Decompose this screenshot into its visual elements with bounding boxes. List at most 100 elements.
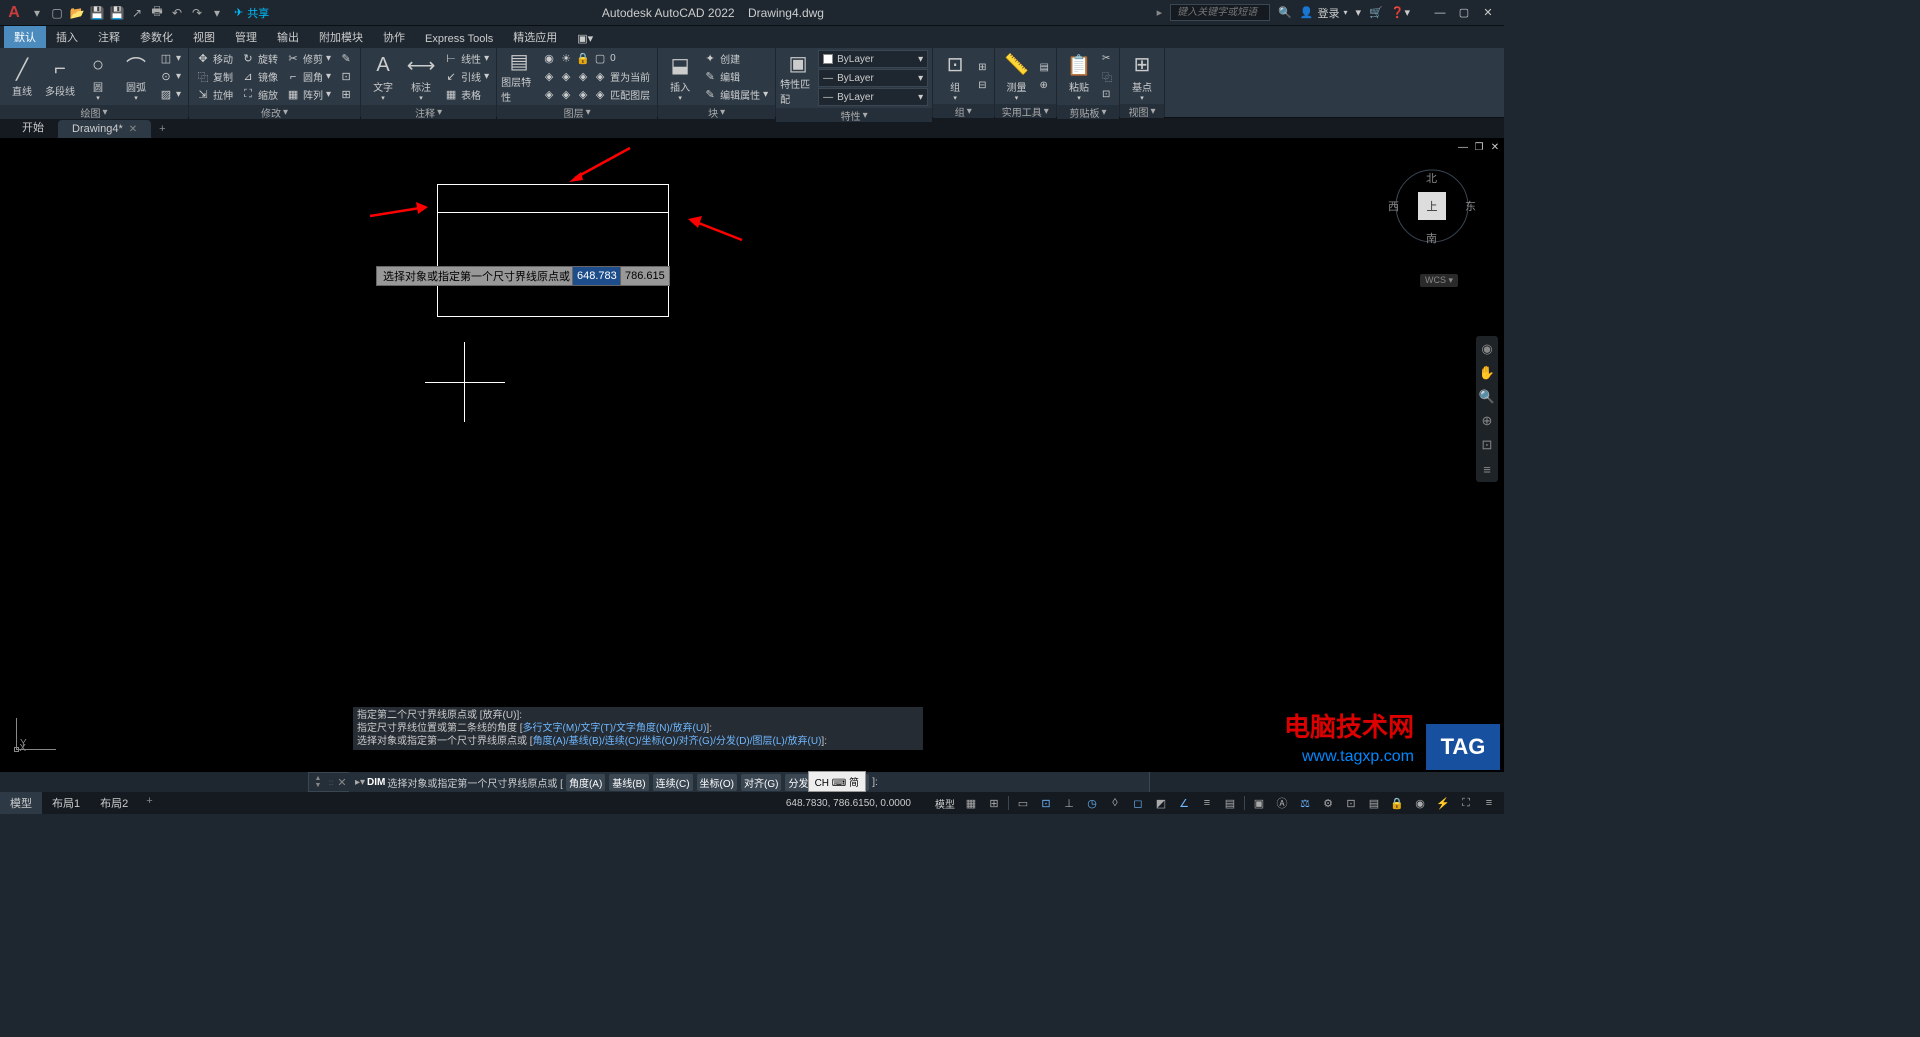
copy-button[interactable]: ⿻复制 <box>193 68 236 85</box>
mirror-button[interactable]: ⊿镜像 <box>238 68 281 85</box>
plot-icon[interactable]: 🖶 <box>148 4 166 22</box>
group-button[interactable]: ⊡组▾ <box>937 50 973 102</box>
nav-zoom-icon[interactable]: 🔍 <box>1478 388 1496 406</box>
array-button[interactable]: ▦阵列 ▾ <box>283 86 334 103</box>
dynamic-input-x[interactable]: 648.783 <box>572 266 622 286</box>
layers-row1[interactable]: ◉☀🔒▢0 <box>539 50 653 67</box>
layers-row2[interactable]: ◈◈◈◈置为当前 <box>539 68 653 85</box>
cleanscrn-icon[interactable]: ⛶ <box>1455 794 1477 812</box>
annomon-icon[interactable]: Ⓐ <box>1271 794 1293 812</box>
text-button[interactable]: A文字▾ <box>365 51 401 103</box>
cmd-opt-base[interactable]: 基线(B) <box>609 774 648 791</box>
cycle-icon[interactable]: ▣ <box>1248 794 1270 812</box>
layout-tab-model[interactable]: 模型 <box>0 792 42 814</box>
drawing-minimize[interactable]: — <box>1456 140 1470 154</box>
cmd-opt-cont[interactable]: 连续(C) <box>653 774 693 791</box>
layout-add[interactable]: + <box>138 792 160 810</box>
scale-button[interactable]: ⛶缩放 <box>238 86 281 103</box>
draw-sm1[interactable]: ◫▾ <box>156 50 184 67</box>
modify-ex1[interactable]: ✎ <box>336 50 356 67</box>
layout-tab-1[interactable]: 布局1 <box>42 792 90 814</box>
ws-icon[interactable]: ⚙ <box>1317 794 1339 812</box>
qat-dropdown[interactable]: ▾ <box>28 4 46 22</box>
hwaccel-icon[interactable]: ⚡ <box>1432 794 1454 812</box>
app-store-icon[interactable]: ▾ <box>1356 6 1362 19</box>
tab-default[interactable]: 默认 <box>4 26 46 48</box>
units-icon[interactable]: ⊡ <box>1340 794 1362 812</box>
copy-clip-button[interactable]: ⿻ <box>1099 68 1115 85</box>
minimize-button[interactable]: — <box>1428 3 1452 23</box>
tab-output[interactable]: 输出 <box>267 26 309 48</box>
linear-button[interactable]: ⊢线性 ▾ <box>441 50 492 67</box>
cmd-close[interactable]: ✕ <box>335 776 349 789</box>
viewcube-east[interactable]: 东 <box>1465 198 1476 214</box>
fillet-button[interactable]: ⌐圆角 ▾ <box>283 68 334 85</box>
command-line[interactable]: ▸▾ DIM 选择对象或指定第一个尺寸界线原点或 [ 角度(A) 基线(B) 连… <box>349 772 1149 792</box>
table-button[interactable]: ▦表格 <box>441 86 492 103</box>
clip-sm3[interactable]: ⊡ <box>1099 86 1115 103</box>
cmd-opt-ord[interactable]: 坐标(O) <box>697 774 737 791</box>
drawing-area[interactable]: — ❐ ✕ 选择对象或指定第一个尺寸界线原点或 ▾ 648.783 786.61… <box>0 138 1504 772</box>
file-tab-add[interactable]: + <box>151 120 173 138</box>
login-button[interactable]: 👤 登录 ▾ <box>1300 5 1348 21</box>
wcs-badge[interactable]: WCS ▾ <box>1420 274 1458 287</box>
tab-insert[interactable]: 插入 <box>46 26 88 48</box>
modify-ex3[interactable]: ⊞ <box>336 86 356 103</box>
util-sm2[interactable]: ⊕ <box>1037 77 1052 94</box>
grid-icon[interactable]: ▦ <box>960 794 982 812</box>
draw-sm2[interactable]: ⊙▾ <box>156 68 184 85</box>
cmd-scroll[interactable]: ▲▼ <box>309 775 327 789</box>
rotate-button[interactable]: ↻旋转 <box>238 50 281 67</box>
group-sm1[interactable]: ⊞ <box>975 59 989 76</box>
tab-express[interactable]: Express Tools <box>415 30 503 48</box>
tab-collab[interactable]: 协作 <box>373 26 415 48</box>
nav-more[interactable]: ≡ <box>1478 460 1496 478</box>
layer-properties-button[interactable]: ▤图层特性 <box>501 51 537 103</box>
draw-sm3[interactable]: ▨▾ <box>156 86 184 103</box>
save-icon[interactable]: 💾 <box>88 4 106 22</box>
lwt-icon[interactable]: ≡ <box>1196 794 1218 812</box>
move-button[interactable]: ✥移动 <box>193 50 236 67</box>
file-tab-start[interactable]: 开始 <box>8 116 58 138</box>
stretch-button[interactable]: ⇲拉伸 <box>193 86 236 103</box>
polyline-button[interactable]: ⌐多段线 <box>42 51 78 103</box>
nav-showui-icon[interactable]: ⊡ <box>1478 436 1496 454</box>
infer-icon[interactable]: ▭ <box>1012 794 1034 812</box>
nav-wheel-icon[interactable]: ◉ <box>1478 340 1496 358</box>
close-tab-icon[interactable]: ✕ <box>129 124 137 135</box>
tab-manage[interactable]: 管理 <box>225 26 267 48</box>
block-edit-button[interactable]: ✎编辑 <box>700 68 771 85</box>
trim-button[interactable]: ✂修剪 ▾ <box>283 50 334 67</box>
redo-icon[interactable]: ↷ <box>188 4 206 22</box>
group-sm2[interactable]: ⊟ <box>975 77 989 94</box>
close-button[interactable]: ✕ <box>1476 3 1500 23</box>
dyninput-icon[interactable]: ⊡ <box>1035 794 1057 812</box>
modify-ex2[interactable]: ⊡ <box>336 68 356 85</box>
qat-more[interactable]: ▾ <box>208 4 226 22</box>
insert-button[interactable]: ⬓插入▾ <box>662 51 698 103</box>
nav-orbit-icon[interactable]: ⊕ <box>1478 412 1496 430</box>
paste-button[interactable]: 📋粘贴▾ <box>1061 51 1097 103</box>
cmd-grip[interactable]: :: <box>327 778 335 787</box>
block-create-button[interactable]: ✦创建 <box>700 50 771 67</box>
color-combo[interactable]: ByLayer▾ <box>818 50 928 68</box>
nav-pan-icon[interactable]: ✋ <box>1478 364 1496 382</box>
match-prop-button[interactable]: ▣特性匹配 <box>780 52 816 104</box>
annoscale-icon[interactable]: ⚖ <box>1294 794 1316 812</box>
viewcube-top[interactable]: 上 <box>1418 192 1446 220</box>
lineweight-combo[interactable]: —ByLayer▾ <box>818 69 928 87</box>
search-input[interactable] <box>1170 4 1270 21</box>
tab-parametric[interactable]: 参数化 <box>130 26 183 48</box>
cut-button[interactable]: ✂ <box>1099 50 1115 67</box>
line-button[interactable]: ╱直线 <box>4 51 40 103</box>
tab-annotate[interactable]: 注释 <box>88 26 130 48</box>
drawing-close[interactable]: ✕ <box>1488 140 1502 154</box>
maximize-button[interactable]: ▢ <box>1452 3 1476 23</box>
leader-button[interactable]: ↙引线 ▾ <box>441 68 492 85</box>
help-icon[interactable]: ❓▾ <box>1391 6 1410 19</box>
share-button[interactable]: ✈ 共享 <box>234 5 269 21</box>
open-icon[interactable]: 📂 <box>68 4 86 22</box>
lockui-icon[interactable]: 🔒 <box>1386 794 1408 812</box>
snap-icon[interactable]: ⊞ <box>983 794 1005 812</box>
customize-icon[interactable]: ≡ <box>1478 794 1500 812</box>
